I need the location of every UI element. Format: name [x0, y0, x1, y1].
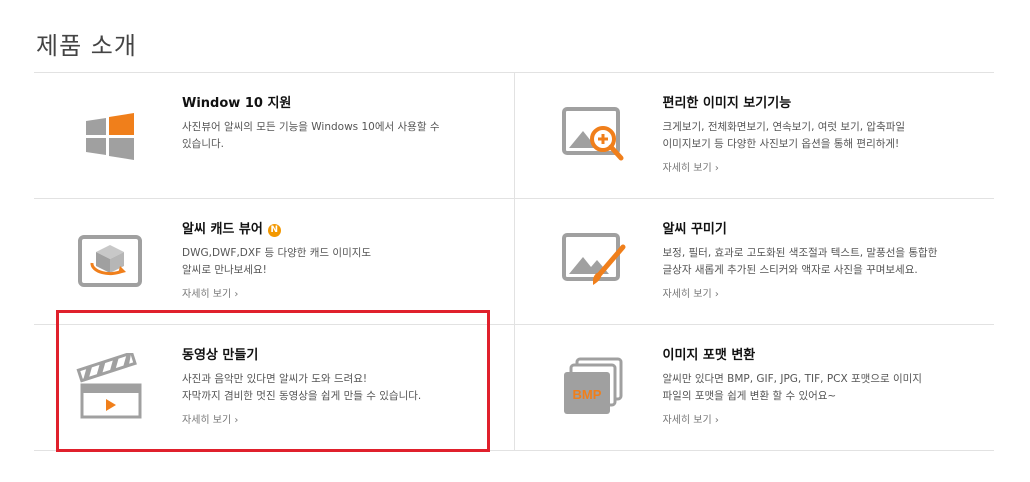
product-cad: 알씨 캐드 뷰어 N DWG,DWF,DXF 등 다양한 캐드 이미지도 알씨로 … — [34, 199, 514, 324]
product-viewer: 편리한 이미지 보기기능 크게보기, 전체화면보기, 연속보기, 여럿 보기, … — [513, 73, 995, 198]
product-decorate: 알씨 꾸미기 보정, 필터, 효과로 고도화된 색조절과 텍스트, 말풍선을 통… — [513, 199, 995, 324]
product-title[interactable]: 알씨 캐드 뷰어 N — [182, 221, 482, 239]
clapperboard-icon — [76, 353, 142, 419]
bmp-file-icon: BMP — [563, 357, 622, 414]
product-windows10: Window 10 지원 사진뷰어 알씨의 모든 기능을 Windows 10에… — [34, 73, 514, 198]
product-title[interactable]: 이미지 포맷 변환 — [663, 347, 963, 365]
product-row: 동영상 만들기 사진과 음악만 있다면 알씨가 도와 드려요! 자막까지 겸비한… — [34, 325, 994, 451]
product-title[interactable]: 편리한 이미지 보기기능 — [663, 95, 963, 113]
cad-cube-icon — [78, 235, 142, 287]
windows-logo-icon — [86, 113, 134, 160]
product-description: 보정, 필터, 효과로 고도화된 색조절과 텍스트, 말풍선을 통합한 글상자 … — [662, 247, 938, 276]
more-link[interactable]: 자세히 보기 › — [663, 411, 963, 426]
more-link[interactable]: 자세히 보기 › — [663, 159, 963, 174]
product-title[interactable]: 동영상 만들기 — [182, 347, 482, 365]
svg-text:BMP: BMP — [572, 387, 601, 402]
product-convert: BMP 이미지 포맷 변환 알씨만 있다면 BMP, GIF, JPG, TIF… — [513, 325, 995, 450]
product-description: 크게보기, 전체화면보기, 연속보기, 여럿 보기, 압축파일 이미지보기 등 … — [662, 121, 906, 150]
product-description: 사진과 음악만 있다면 알씨가 도와 드려요! 자막까지 겸비한 멋진 동영상을… — [182, 373, 422, 402]
product-row: Window 10 지원 사진뷰어 알씨의 모든 기능을 Windows 10에… — [34, 73, 994, 199]
image-zoom-icon — [561, 107, 623, 161]
more-link[interactable]: 자세히 보기 › — [663, 285, 963, 300]
product-description: 알씨만 있다면 BMP, GIF, JPG, TIF, PCX 포맷으로 이미지… — [662, 373, 922, 402]
more-link[interactable]: 자세히 보기 › — [182, 285, 482, 300]
product-row: 알씨 캐드 뷰어 N DWG,DWF,DXF 등 다양한 캐드 이미지도 알씨로 … — [34, 199, 994, 325]
page-title: 제품 소개 — [36, 32, 137, 60]
product-video: 동영상 만들기 사진과 음악만 있다면 알씨가 도와 드려요! 자막까지 겸비한… — [34, 325, 514, 450]
product-description: 사진뷰어 알씨의 모든 기능을 Windows 10에서 사용할 수 있습니다. — [182, 121, 440, 150]
more-link[interactable]: 자세히 보기 › — [182, 411, 482, 426]
product-title[interactable]: Window 10 지원 — [182, 95, 482, 113]
product-description: DWG,DWF,DXF 등 다양한 캐드 이미지도 알씨로 만나보세요! — [182, 247, 372, 276]
new-badge: N — [267, 223, 281, 237]
image-brush-icon — [561, 233, 625, 285]
product-title[interactable]: 알씨 꾸미기 — [663, 221, 963, 239]
product-grid: Window 10 지원 사진뷰어 알씨의 모든 기능을 Windows 10에… — [34, 72, 994, 451]
